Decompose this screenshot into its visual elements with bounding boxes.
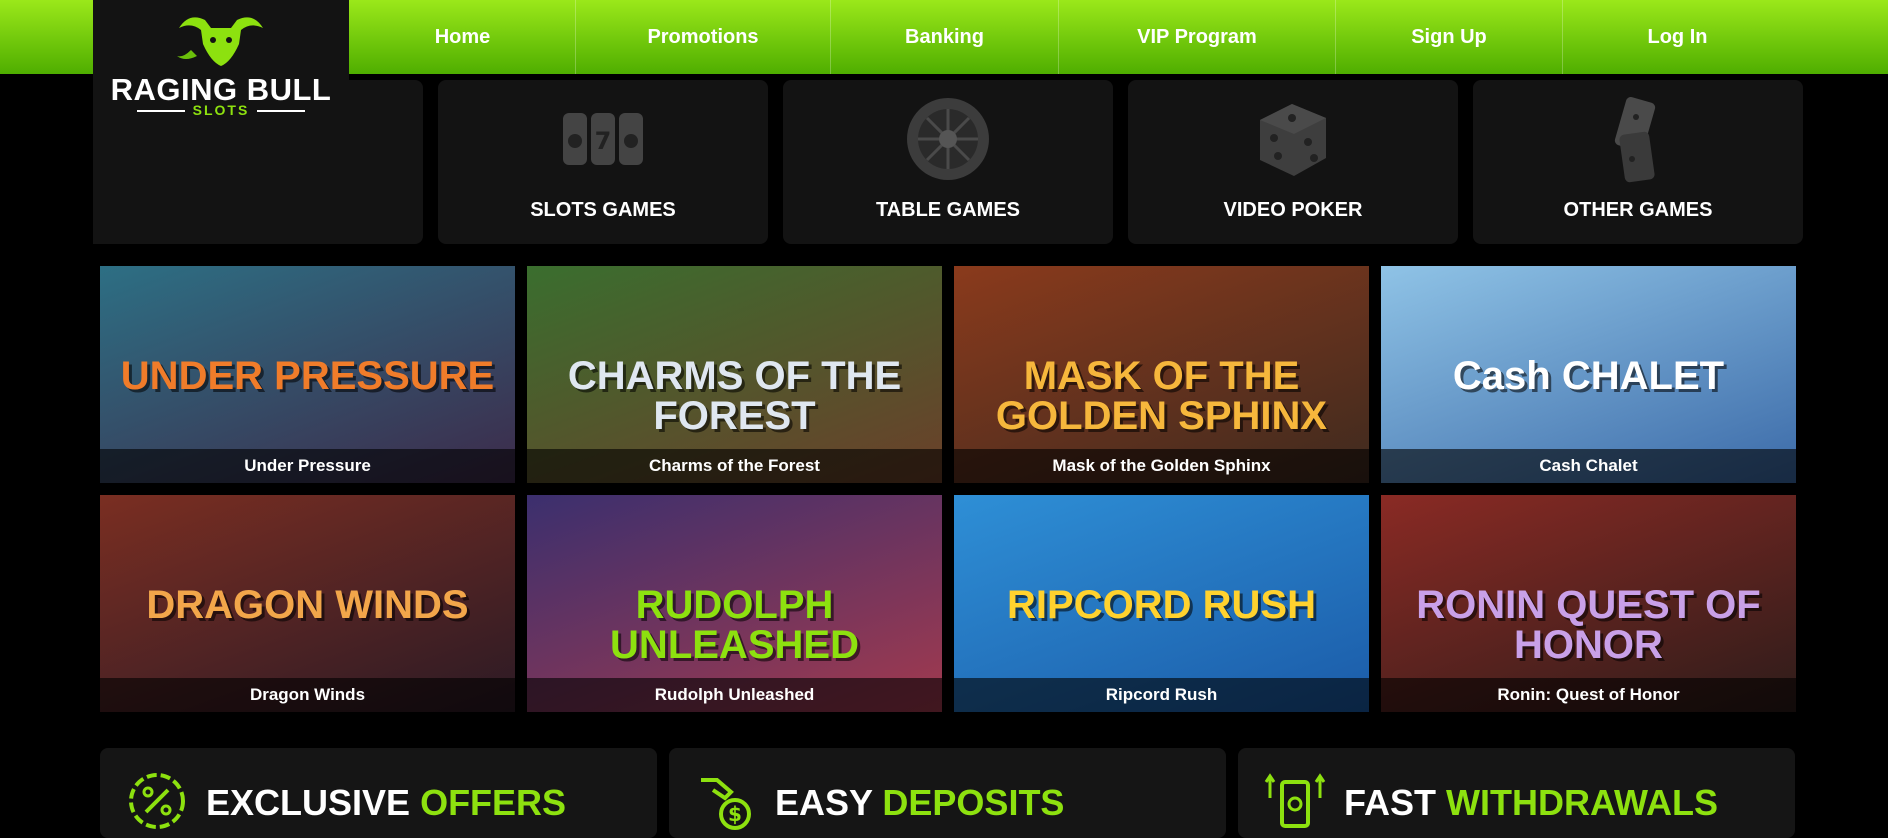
nav-log-in[interactable]: Log In <box>1562 0 1792 74</box>
nav-banking[interactable]: Banking <box>830 0 1058 74</box>
game-caption: Rudolph Unleashed <box>527 678 942 712</box>
feature-title-a: EASY <box>775 782 873 823</box>
main-nav: Home Promotions Banking VIP Program Sign… <box>350 0 1792 74</box>
category-slots-games[interactable]: 7 SLOTS GAMES <box>438 80 768 244</box>
feature-title: EXCLUSIVE OFFERS <box>206 782 566 824</box>
game-art-title: RIPCORD RUSH <box>1007 583 1316 627</box>
game-art-title: UNDER PRESSURE <box>120 354 495 398</box>
nav-vip-program[interactable]: VIP Program <box>1058 0 1335 74</box>
game-caption: Mask of the Golden Sphinx <box>954 449 1369 483</box>
hand-coin-icon: $ <box>701 778 751 830</box>
feature-title-a: EXCLUSIVE <box>206 782 411 823</box>
game-caption: Dragon Winds <box>100 678 515 712</box>
feature-title: EASY DEPOSITS <box>775 782 1064 824</box>
category-label: SLOTS GAMES <box>530 199 676 221</box>
slot-reels-icon: 7 <box>558 94 648 184</box>
brand-sub: SLOTS <box>93 102 349 118</box>
game-tile[interactable]: Cash CHALET Cash Chalet <box>1381 266 1796 483</box>
category-table-games[interactable]: TABLE GAMES <box>783 80 1113 244</box>
feature-title: FAST WITHDRAWALS <box>1344 782 1718 824</box>
nav-sign-up[interactable]: Sign Up <box>1335 0 1562 74</box>
game-art-title: RUDOLPH UNLEASHED <box>610 583 859 667</box>
svg-text:7: 7 <box>595 127 612 155</box>
game-tile[interactable]: CHARMS OF THE FOREST Charms of the Forest <box>527 266 942 483</box>
feature-title-b: WITHDRAWALS <box>1446 782 1718 823</box>
game-art-title: RONIN QUEST OF HONOR <box>1416 583 1761 667</box>
nav-promotions[interactable]: Promotions <box>575 0 830 74</box>
category-video-poker[interactable]: VIDEO POKER <box>1128 80 1458 244</box>
dice-icon <box>1248 94 1338 184</box>
game-art-title: DRAGON WINDS <box>146 583 469 627</box>
game-caption: Ronin: Quest of Honor <box>1381 678 1796 712</box>
percent-badge-icon <box>129 773 185 829</box>
game-tile[interactable]: UNDER PRESSURE Under Pressure <box>100 266 515 483</box>
game-caption: Charms of the Forest <box>527 449 942 483</box>
feature-title-a: FAST <box>1344 782 1437 823</box>
game-tile[interactable]: MASK OF THE GOLDEN SPHINX Mask of the Gol… <box>954 266 1369 483</box>
game-art-title: CHARMS OF THE FOREST <box>567 354 902 438</box>
game-tile[interactable]: RUDOLPH UNLEASHED Rudolph Unleashed <box>527 495 942 712</box>
site-logo[interactable]: RAGING BULL SLOTS <box>93 0 349 244</box>
category-bar: NEW GAMES 7 SLOTS GAMES TABLE GAMES VIDE… <box>93 80 1803 244</box>
category-label: TABLE GAMES <box>875 199 1021 221</box>
game-caption: Cash Chalet <box>1381 449 1796 483</box>
nav-home[interactable]: Home <box>350 0 575 74</box>
feature-exclusive-offers: EXCLUSIVE OFFERS <box>100 748 657 838</box>
feature-title-b: DEPOSITS <box>882 782 1065 823</box>
category-label: OTHER GAMES <box>1563 199 1713 221</box>
roulette-wheel-icon <box>903 94 993 184</box>
game-caption: Ripcord Rush <box>954 678 1369 712</box>
feature-fast-withdrawals: FAST WITHDRAWALS <box>1238 748 1795 838</box>
game-tile[interactable]: RIPCORD RUSH Ripcord Rush <box>954 495 1369 712</box>
dominoes-icon <box>1593 94 1683 184</box>
cash-arrows-icon <box>1264 773 1326 828</box>
game-art-title: Cash CHALET <box>1452 354 1725 398</box>
game-art-title: MASK OF THE GOLDEN SPHINX <box>995 354 1328 438</box>
svg-text:$: $ <box>728 802 742 826</box>
game-caption: Under Pressure <box>100 449 515 483</box>
game-tile[interactable]: RONIN QUEST OF HONOR Ronin: Quest of Hono… <box>1381 495 1796 712</box>
feature-easy-deposits: $ EASY DEPOSITS <box>669 748 1226 838</box>
category-label: VIDEO POKER <box>1223 199 1363 221</box>
category-other-games[interactable]: OTHER GAMES <box>1473 80 1803 244</box>
bull-head-icon <box>177 17 263 66</box>
feature-title-b: OFFERS <box>420 782 567 823</box>
game-tile[interactable]: DRAGON WINDS Dragon Winds <box>100 495 515 712</box>
